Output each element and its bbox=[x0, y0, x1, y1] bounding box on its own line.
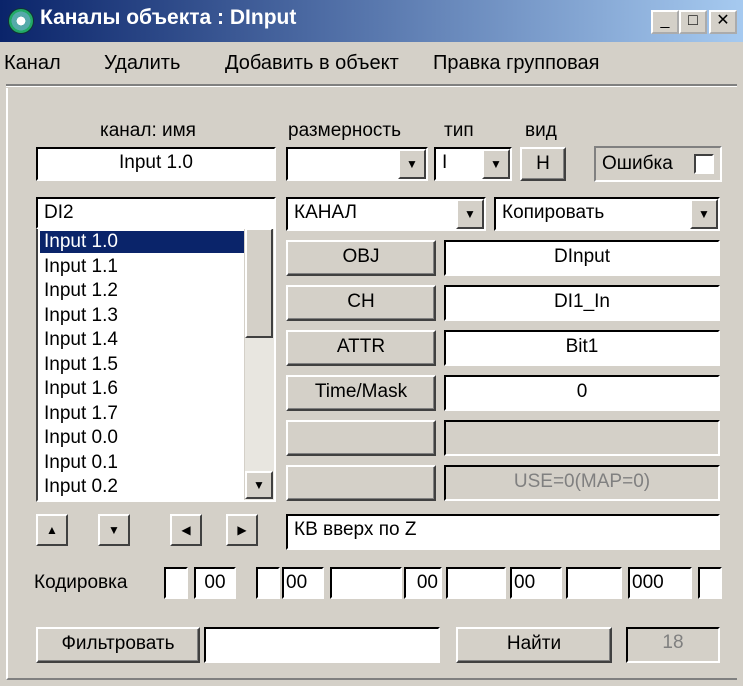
type-label: тип bbox=[444, 120, 474, 141]
find-button[interactable]: Найти bbox=[456, 627, 612, 663]
list-item[interactable]: Input 1.1 bbox=[40, 256, 249, 278]
action-select[interactable]: Копировать ▼ bbox=[494, 197, 720, 231]
scroll-thumb[interactable] bbox=[245, 228, 273, 338]
list-scrollbar[interactable]: ▲ ▼ bbox=[244, 199, 274, 500]
comment-field[interactable]: КВ вверх по Z bbox=[286, 514, 720, 550]
property-value[interactable]: Bit1 bbox=[444, 330, 720, 366]
chevron-down-icon[interactable]: ▼ bbox=[482, 149, 510, 179]
list-item[interactable]: Input 1.5 bbox=[40, 354, 249, 376]
list-item[interactable]: Input 1.6 bbox=[40, 378, 249, 400]
minimize-button[interactable]: _ bbox=[651, 10, 679, 34]
chevron-down-icon[interactable]: ▼ bbox=[398, 149, 426, 179]
property-button bbox=[286, 465, 436, 501]
encoding-field[interactable]: 00 bbox=[194, 567, 236, 599]
list-item[interactable]: Input 1.7 bbox=[40, 403, 249, 425]
list-item[interactable]: Input 1.0 bbox=[40, 231, 249, 253]
action-value: Копировать bbox=[502, 202, 605, 223]
channel-name-field[interactable]: Input 1.0 bbox=[36, 147, 276, 181]
menu-group-edit[interactable]: Правка групповая bbox=[433, 52, 599, 75]
menu-channel[interactable]: Канал bbox=[4, 52, 61, 75]
encoding-field[interactable] bbox=[698, 567, 722, 599]
type-select[interactable]: I ▼ bbox=[434, 147, 512, 181]
list-item[interactable]: Input 0.0 bbox=[40, 427, 249, 449]
list-item[interactable]: Input 1.4 bbox=[40, 329, 249, 351]
menu-delete[interactable]: Удалить bbox=[104, 52, 180, 75]
chevron-down-icon[interactable]: ▼ bbox=[456, 199, 484, 229]
error-group: Ошибка bbox=[594, 146, 722, 182]
channel-search-input[interactable]: DI2 bbox=[36, 197, 276, 229]
mode-value: КАНАЛ bbox=[294, 202, 358, 223]
encoding-field[interactable] bbox=[330, 567, 402, 599]
filter-input[interactable] bbox=[204, 627, 440, 663]
move-up-icon[interactable]: ▲ bbox=[36, 514, 68, 546]
property-value[interactable]: 0 bbox=[444, 375, 720, 411]
scroll-down-icon[interactable]: ▼ bbox=[245, 471, 273, 499]
filter-button[interactable]: Фильтровать bbox=[36, 627, 200, 663]
encoding-field[interactable]: 00 bbox=[282, 567, 324, 599]
mode-select[interactable]: КАНАЛ ▼ bbox=[286, 197, 486, 231]
property-button[interactable]: Time/Mask bbox=[286, 375, 436, 411]
list-item[interactable]: Input 0.1 bbox=[40, 452, 249, 474]
title-bar: Каналы объекта : DInput _ □ ✕ bbox=[0, 0, 743, 42]
property-value: USE=0(MAP=0) bbox=[444, 465, 720, 501]
menu-bar: Канал Удалить Добавить в объект Правка г… bbox=[0, 42, 743, 82]
move-down-icon[interactable]: ▼ bbox=[98, 514, 130, 546]
error-label: Ошибка bbox=[602, 153, 673, 174]
encoding-field[interactable]: 00 bbox=[404, 567, 442, 599]
property-value[interactable]: DInput bbox=[444, 240, 720, 276]
menu-add-to-object[interactable]: Добавить в объект bbox=[225, 52, 399, 75]
name-label: канал: имя bbox=[100, 120, 196, 141]
property-button bbox=[286, 420, 436, 456]
window-title: Каналы объекта : DInput bbox=[40, 6, 297, 29]
maximize-button[interactable]: □ bbox=[679, 10, 707, 34]
property-button[interactable]: CH bbox=[286, 285, 436, 321]
encoding-label: Кодировка bbox=[34, 572, 128, 593]
close-button[interactable]: ✕ bbox=[709, 10, 737, 34]
app-icon bbox=[8, 8, 34, 34]
chevron-down-icon[interactable]: ▼ bbox=[690, 199, 718, 229]
encoding-field[interactable]: 000 bbox=[628, 567, 692, 599]
dimension-select[interactable]: ▼ bbox=[286, 147, 428, 181]
result-count: 18 bbox=[626, 627, 720, 663]
encoding-field[interactable] bbox=[566, 567, 622, 599]
channel-listbox[interactable]: Input 1.0 Input 1.1 Input 1.2 Input 1.3 Inpu… bbox=[36, 197, 276, 502]
dimension-label: размерность bbox=[288, 120, 401, 141]
property-value[interactable]: DI1_In bbox=[444, 285, 720, 321]
list-item[interactable]: Input 1.3 bbox=[40, 305, 249, 327]
view-button[interactable]: H bbox=[520, 147, 566, 181]
encoding-field[interactable] bbox=[256, 567, 280, 599]
list-item[interactable]: Input 1.2 bbox=[40, 280, 249, 302]
error-checkbox[interactable] bbox=[694, 154, 714, 174]
encoding-field[interactable] bbox=[446, 567, 506, 599]
view-label: вид bbox=[525, 120, 557, 141]
property-button[interactable]: ATTR bbox=[286, 330, 436, 366]
list-item[interactable]: Input 0.2 bbox=[40, 476, 249, 498]
property-button[interactable]: OBJ bbox=[286, 240, 436, 276]
encoding-field[interactable]: 00 bbox=[510, 567, 562, 599]
move-right-icon[interactable]: ▶ bbox=[226, 514, 258, 546]
encoding-field[interactable] bbox=[164, 567, 188, 599]
move-left-icon[interactable]: ◀ bbox=[170, 514, 202, 546]
menu-separator bbox=[6, 84, 737, 87]
type-value: I bbox=[442, 152, 448, 173]
property-value bbox=[444, 420, 720, 456]
